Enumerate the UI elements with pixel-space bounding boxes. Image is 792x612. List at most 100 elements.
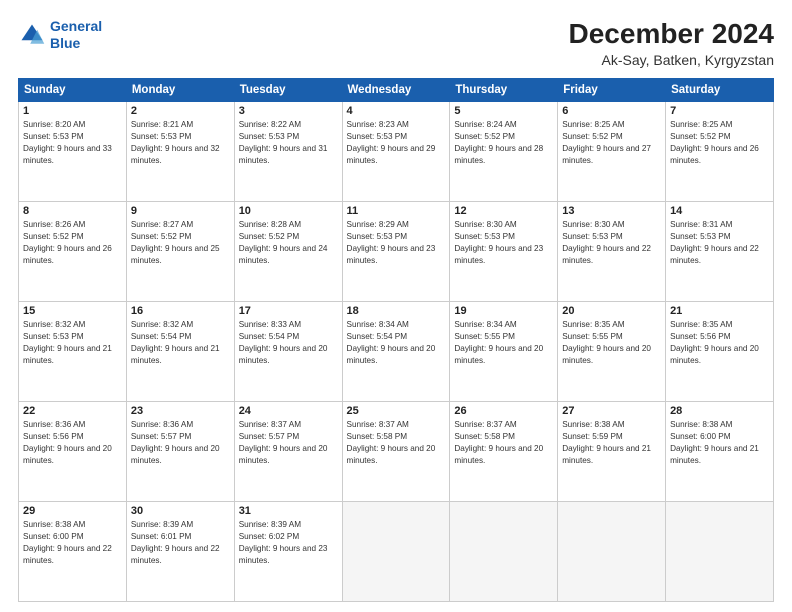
day-info: Sunrise: 8:34 AM Sunset: 5:55 PM Dayligh… <box>454 319 553 367</box>
day-number: 16 <box>131 305 230 317</box>
day-number: 2 <box>131 105 230 117</box>
day-info: Sunrise: 8:29 AM Sunset: 5:53 PM Dayligh… <box>347 219 446 267</box>
table-row: 18 Sunrise: 8:34 AM Sunset: 5:54 PM Dayl… <box>342 302 450 402</box>
day-number: 13 <box>562 205 661 217</box>
day-info: Sunrise: 8:38 AM Sunset: 6:00 PM Dayligh… <box>23 519 122 567</box>
header-monday: Monday <box>126 79 234 102</box>
table-row: 8 Sunrise: 8:26 AM Sunset: 5:52 PM Dayli… <box>19 202 127 302</box>
day-number: 7 <box>670 105 769 117</box>
day-number: 31 <box>239 505 338 517</box>
day-info: Sunrise: 8:35 AM Sunset: 5:56 PM Dayligh… <box>670 319 769 367</box>
location-title: Ak-Say, Batken, Kyrgyzstan <box>569 52 774 68</box>
table-row <box>666 502 774 602</box>
day-number: 11 <box>347 205 446 217</box>
day-number: 30 <box>131 505 230 517</box>
table-row: 21 Sunrise: 8:35 AM Sunset: 5:56 PM Dayl… <box>666 302 774 402</box>
day-info: Sunrise: 8:28 AM Sunset: 5:52 PM Dayligh… <box>239 219 338 267</box>
logo: General Blue <box>18 18 102 52</box>
table-row: 17 Sunrise: 8:33 AM Sunset: 5:54 PM Dayl… <box>234 302 342 402</box>
title-block: December 2024 Ak-Say, Batken, Kyrgyzstan <box>569 18 774 68</box>
day-number: 22 <box>23 405 122 417</box>
day-number: 26 <box>454 405 553 417</box>
table-row: 22 Sunrise: 8:36 AM Sunset: 5:56 PM Dayl… <box>19 402 127 502</box>
table-row: 25 Sunrise: 8:37 AM Sunset: 5:58 PM Dayl… <box>342 402 450 502</box>
day-info: Sunrise: 8:23 AM Sunset: 5:53 PM Dayligh… <box>347 119 446 167</box>
table-row: 7 Sunrise: 8:25 AM Sunset: 5:52 PM Dayli… <box>666 102 774 202</box>
calendar-table: Sunday Monday Tuesday Wednesday Thursday… <box>18 78 774 602</box>
day-info: Sunrise: 8:24 AM Sunset: 5:52 PM Dayligh… <box>454 119 553 167</box>
day-info: Sunrise: 8:31 AM Sunset: 5:53 PM Dayligh… <box>670 219 769 267</box>
day-number: 19 <box>454 305 553 317</box>
day-number: 28 <box>670 405 769 417</box>
table-row: 15 Sunrise: 8:32 AM Sunset: 5:53 PM Dayl… <box>19 302 127 402</box>
day-number: 27 <box>562 405 661 417</box>
day-number: 18 <box>347 305 446 317</box>
day-info: Sunrise: 8:39 AM Sunset: 6:02 PM Dayligh… <box>239 519 338 567</box>
day-number: 6 <box>562 105 661 117</box>
table-row <box>558 502 666 602</box>
day-info: Sunrise: 8:30 AM Sunset: 5:53 PM Dayligh… <box>562 219 661 267</box>
page: General Blue December 2024 Ak-Say, Batke… <box>0 0 792 612</box>
day-info: Sunrise: 8:22 AM Sunset: 5:53 PM Dayligh… <box>239 119 338 167</box>
day-number: 8 <box>23 205 122 217</box>
day-info: Sunrise: 8:33 AM Sunset: 5:54 PM Dayligh… <box>239 319 338 367</box>
table-row: 20 Sunrise: 8:35 AM Sunset: 5:55 PM Dayl… <box>558 302 666 402</box>
table-row <box>450 502 558 602</box>
month-title: December 2024 <box>569 18 774 50</box>
header-friday: Friday <box>558 79 666 102</box>
day-number: 5 <box>454 105 553 117</box>
header-thursday: Thursday <box>450 79 558 102</box>
day-number: 4 <box>347 105 446 117</box>
day-info: Sunrise: 8:38 AM Sunset: 5:59 PM Dayligh… <box>562 419 661 467</box>
day-info: Sunrise: 8:26 AM Sunset: 5:52 PM Dayligh… <box>23 219 122 267</box>
day-number: 29 <box>23 505 122 517</box>
table-row: 27 Sunrise: 8:38 AM Sunset: 5:59 PM Dayl… <box>558 402 666 502</box>
day-info: Sunrise: 8:39 AM Sunset: 6:01 PM Dayligh… <box>131 519 230 567</box>
day-info: Sunrise: 8:36 AM Sunset: 5:57 PM Dayligh… <box>131 419 230 467</box>
header-saturday: Saturday <box>666 79 774 102</box>
day-info: Sunrise: 8:27 AM Sunset: 5:52 PM Dayligh… <box>131 219 230 267</box>
day-info: Sunrise: 8:32 AM Sunset: 5:53 PM Dayligh… <box>23 319 122 367</box>
calendar-week-row: 8 Sunrise: 8:26 AM Sunset: 5:52 PM Dayli… <box>19 202 774 302</box>
day-info: Sunrise: 8:34 AM Sunset: 5:54 PM Dayligh… <box>347 319 446 367</box>
calendar-week-row: 1 Sunrise: 8:20 AM Sunset: 5:53 PM Dayli… <box>19 102 774 202</box>
day-number: 15 <box>23 305 122 317</box>
day-number: 14 <box>670 205 769 217</box>
table-row: 29 Sunrise: 8:38 AM Sunset: 6:00 PM Dayl… <box>19 502 127 602</box>
table-row: 23 Sunrise: 8:36 AM Sunset: 5:57 PM Dayl… <box>126 402 234 502</box>
day-info: Sunrise: 8:30 AM Sunset: 5:53 PM Dayligh… <box>454 219 553 267</box>
day-info: Sunrise: 8:35 AM Sunset: 5:55 PM Dayligh… <box>562 319 661 367</box>
logo-text: General Blue <box>50 18 102 52</box>
table-row: 28 Sunrise: 8:38 AM Sunset: 6:00 PM Dayl… <box>666 402 774 502</box>
header-wednesday: Wednesday <box>342 79 450 102</box>
header-sunday: Sunday <box>19 79 127 102</box>
day-info: Sunrise: 8:21 AM Sunset: 5:53 PM Dayligh… <box>131 119 230 167</box>
day-info: Sunrise: 8:37 AM Sunset: 5:58 PM Dayligh… <box>454 419 553 467</box>
calendar-week-row: 29 Sunrise: 8:38 AM Sunset: 6:00 PM Dayl… <box>19 502 774 602</box>
day-info: Sunrise: 8:37 AM Sunset: 5:58 PM Dayligh… <box>347 419 446 467</box>
table-row: 6 Sunrise: 8:25 AM Sunset: 5:52 PM Dayli… <box>558 102 666 202</box>
table-row: 26 Sunrise: 8:37 AM Sunset: 5:58 PM Dayl… <box>450 402 558 502</box>
table-row: 31 Sunrise: 8:39 AM Sunset: 6:02 PM Dayl… <box>234 502 342 602</box>
table-row: 4 Sunrise: 8:23 AM Sunset: 5:53 PM Dayli… <box>342 102 450 202</box>
day-number: 1 <box>23 105 122 117</box>
day-number: 23 <box>131 405 230 417</box>
table-row: 10 Sunrise: 8:28 AM Sunset: 5:52 PM Dayl… <box>234 202 342 302</box>
day-number: 12 <box>454 205 553 217</box>
table-row: 2 Sunrise: 8:21 AM Sunset: 5:53 PM Dayli… <box>126 102 234 202</box>
table-row: 11 Sunrise: 8:29 AM Sunset: 5:53 PM Dayl… <box>342 202 450 302</box>
header-tuesday: Tuesday <box>234 79 342 102</box>
table-row: 24 Sunrise: 8:37 AM Sunset: 5:57 PM Dayl… <box>234 402 342 502</box>
table-row: 9 Sunrise: 8:27 AM Sunset: 5:52 PM Dayli… <box>126 202 234 302</box>
table-row <box>342 502 450 602</box>
header: General Blue December 2024 Ak-Say, Batke… <box>18 18 774 68</box>
day-info: Sunrise: 8:32 AM Sunset: 5:54 PM Dayligh… <box>131 319 230 367</box>
day-number: 21 <box>670 305 769 317</box>
calendar-week-row: 22 Sunrise: 8:36 AM Sunset: 5:56 PM Dayl… <box>19 402 774 502</box>
table-row: 19 Sunrise: 8:34 AM Sunset: 5:55 PM Dayl… <box>450 302 558 402</box>
day-info: Sunrise: 8:36 AM Sunset: 5:56 PM Dayligh… <box>23 419 122 467</box>
day-number: 3 <box>239 105 338 117</box>
weekday-header-row: Sunday Monday Tuesday Wednesday Thursday… <box>19 79 774 102</box>
table-row: 3 Sunrise: 8:22 AM Sunset: 5:53 PM Dayli… <box>234 102 342 202</box>
day-info: Sunrise: 8:25 AM Sunset: 5:52 PM Dayligh… <box>670 119 769 167</box>
